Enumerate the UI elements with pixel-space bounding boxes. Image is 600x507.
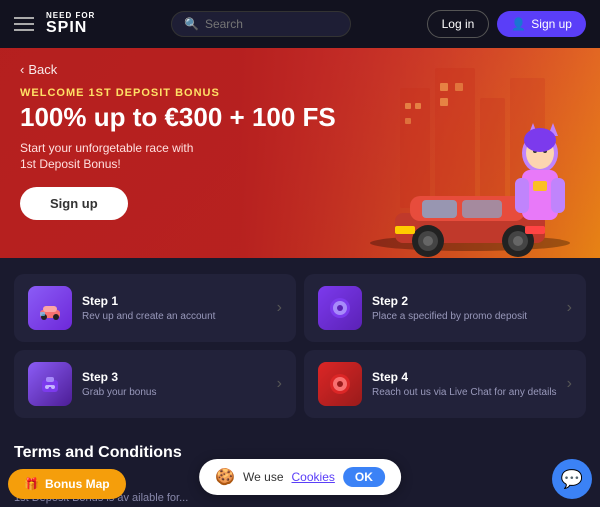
welcome-title: WELCOME 1ST DEPOSIT BONUS bbox=[20, 87, 580, 99]
step-4-arrow: › bbox=[567, 375, 572, 393]
main-container: ‹ Back WELCOME 1ST DEPOSIT BONUS 100% up… bbox=[0, 48, 600, 507]
cookie-banner: 🍪 We use Cookies OK bbox=[199, 459, 401, 495]
step-text-1: Step 1 Rev up and create an account bbox=[82, 294, 267, 323]
step-text-2: Step 2 Place a specified by promo deposi… bbox=[372, 294, 557, 323]
search-icon: 🔍 bbox=[184, 17, 199, 31]
step-icon-2 bbox=[318, 286, 362, 330]
search-input[interactable] bbox=[205, 17, 338, 31]
chat-button[interactable]: 💬 bbox=[552, 459, 592, 499]
back-link[interactable]: ‹ Back bbox=[20, 62, 580, 77]
hero-content: ‹ Back WELCOME 1ST DEPOSIT BONUS 100% up… bbox=[0, 48, 600, 234]
step-text-4: Step 4 Reach out us via Live Chat for an… bbox=[372, 370, 557, 399]
bonus-map-button[interactable]: 🎁 Bonus Map bbox=[8, 469, 126, 499]
signup-button-header[interactable]: 👤 Sign up bbox=[497, 11, 586, 37]
user-icon: 👤 bbox=[511, 17, 526, 31]
header-left: NEED FOR SPIN bbox=[14, 12, 95, 36]
step-icon-3 bbox=[28, 362, 72, 406]
step-card-2[interactable]: Step 2 Place a specified by promo deposi… bbox=[304, 274, 586, 342]
step-icon-1 bbox=[28, 286, 72, 330]
step-1-title: Step 1 bbox=[82, 294, 267, 308]
step-card-3[interactable]: Step 3 Grab your bonus › bbox=[14, 350, 296, 418]
hero-heading: 100% up to €300 + 100 FS bbox=[20, 103, 580, 132]
step-1-arrow: › bbox=[277, 299, 282, 317]
logo[interactable]: NEED FOR SPIN bbox=[46, 12, 95, 36]
steps-section: Step 1 Rev up and create an account › St… bbox=[0, 258, 600, 430]
main-header: NEED FOR SPIN 🔍 Log in 👤 Sign up bbox=[0, 0, 600, 48]
step-3-title: Step 3 bbox=[82, 370, 267, 384]
terms-text-continued: ailable for... bbox=[132, 492, 188, 504]
cookie-text: We use bbox=[243, 470, 283, 484]
step-icon-4 bbox=[318, 362, 362, 406]
step-card-1[interactable]: Step 1 Rev up and create an account › bbox=[14, 274, 296, 342]
hero-section: ‹ Back WELCOME 1ST DEPOSIT BONUS 100% up… bbox=[0, 48, 600, 258]
login-button[interactable]: Log in bbox=[427, 10, 490, 38]
gift-icon: 🎁 bbox=[24, 477, 39, 491]
cookie-link[interactable]: Cookies bbox=[292, 470, 335, 484]
logo-spin-text: SPIN bbox=[46, 20, 95, 36]
cookie-ok-button[interactable]: OK bbox=[343, 467, 385, 487]
step-2-arrow: › bbox=[567, 299, 572, 317]
chat-icon: 💬 bbox=[561, 469, 583, 490]
bonus-map-label: Bonus Map bbox=[45, 477, 110, 491]
steps-grid: Step 1 Rev up and create an account › St… bbox=[14, 274, 586, 418]
cookie-icon: 🍪 bbox=[215, 467, 235, 487]
hero-signup-button[interactable]: Sign up bbox=[20, 187, 128, 220]
search-bar[interactable]: 🔍 bbox=[171, 11, 351, 37]
step-card-4[interactable]: Step 4 Reach out us via Live Chat for an… bbox=[304, 350, 586, 418]
back-arrow-icon: ‹ bbox=[20, 62, 24, 77]
step-2-title: Step 2 bbox=[372, 294, 557, 308]
header-right: Log in 👤 Sign up bbox=[427, 10, 586, 38]
step-3-desc: Grab your bonus bbox=[82, 386, 267, 399]
hamburger-menu[interactable] bbox=[14, 17, 34, 31]
step-4-desc: Reach out us via Live Chat for any detai… bbox=[372, 386, 557, 399]
step-text-3: Step 3 Grab your bonus bbox=[82, 370, 267, 399]
step-1-desc: Rev up and create an account bbox=[82, 310, 267, 323]
step-4-title: Step 4 bbox=[372, 370, 557, 384]
back-label: Back bbox=[28, 62, 57, 77]
step-2-desc: Place a specified by promo deposit bbox=[372, 310, 557, 323]
step-3-arrow: › bbox=[277, 375, 282, 393]
hero-subtext: Start your unforgetable race with1st Dep… bbox=[20, 140, 240, 174]
